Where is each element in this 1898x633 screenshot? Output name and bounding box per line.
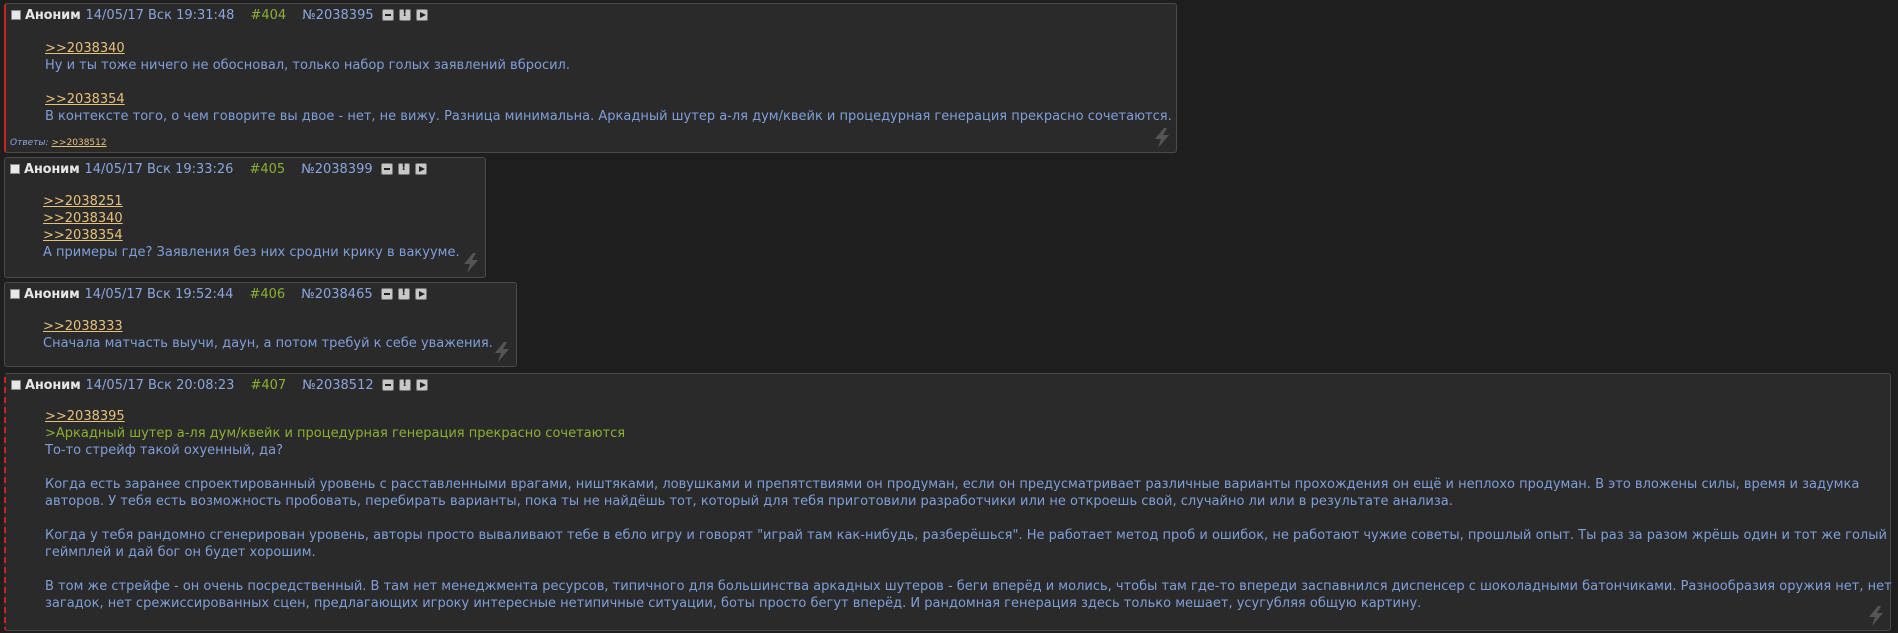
post-text: А примеры где? Заявления без них сродни …: [43, 245, 460, 260]
reply-link[interactable]: >>2038354: [43, 227, 460, 244]
post-id-link[interactable]: №2038465: [301, 287, 372, 302]
post-number[interactable]: #406: [249, 287, 285, 302]
replies-section: Ответы: >>2038512: [10, 138, 107, 148]
expand-post-icon[interactable]: [415, 379, 428, 391]
post-text: геймплей и дай бог он будет хорошим.: [45, 545, 316, 560]
post-body: >>2038251 >>2038340 >>2038354 А примеры …: [43, 193, 460, 261]
post-date: 14/05/17 Вск 19:31:48: [85, 7, 235, 23]
reply-link[interactable]: >>2038340: [45, 40, 1172, 57]
hide-post-icon[interactable]: [380, 288, 393, 300]
report-post-icon[interactable]: [398, 8, 411, 21]
report-post-icon[interactable]: [397, 287, 410, 300]
reply-link[interactable]: >>2038333: [43, 318, 493, 335]
report-post-icon[interactable]: [397, 162, 410, 175]
post-id-link[interactable]: №2038512: [302, 378, 373, 393]
post-text: То-то стрейф такой охуенный, да?: [45, 443, 284, 458]
replies-label: Ответы:: [10, 138, 49, 148]
post-407: Аноним 14/05/17 Вск 20:08:23 #407 №20385…: [4, 373, 1892, 631]
post-id-link[interactable]: №2038395: [302, 8, 373, 23]
replies-link[interactable]: >>2038512: [51, 138, 106, 148]
quote-text: >Аркадный шутер а-ля дум/квейк и процеду…: [45, 426, 626, 441]
post-date: 14/05/17 Вск 20:08:23: [85, 377, 235, 393]
expand-post-icon[interactable]: [415, 9, 428, 21]
post-404: Аноним 14/05/17 Вск 19:31:48 #404 №20383…: [4, 3, 1177, 153]
post-date: 14/05/17 Вск 19:33:26: [84, 161, 234, 177]
reply-link[interactable]: >>2038251: [43, 193, 460, 210]
report-post-icon[interactable]: [398, 378, 411, 391]
post-body: >>2038333 Сначала матчасть выучи, даун, …: [43, 318, 493, 352]
expand-post-icon[interactable]: [414, 288, 427, 300]
post-select-checkbox[interactable]: [11, 10, 21, 20]
post-text: авторов. У тебя есть возможность пробова…: [45, 494, 1453, 509]
post-author: Аноним: [24, 161, 80, 177]
reply-link[interactable]: >>2038340: [43, 210, 460, 227]
post-select-checkbox[interactable]: [10, 289, 20, 299]
lightning-icon[interactable]: [492, 341, 512, 363]
post-body: >>2038340 Ну и ты тоже ничего не обоснов…: [45, 40, 1172, 125]
post-select-checkbox[interactable]: [10, 164, 20, 174]
lightning-icon[interactable]: [1866, 605, 1886, 627]
post-text: Когда есть заранее спроектированный уров…: [45, 477, 1860, 492]
post-text: Ну и ты тоже ничего не обосновал, только…: [45, 58, 570, 73]
post-405: Аноним 14/05/17 Вск 19:33:26 #405 №20383…: [4, 157, 486, 278]
post-author: Аноним: [25, 7, 81, 23]
post-text: В контексте того, о чем говорите вы двое…: [45, 109, 1172, 124]
hide-post-icon[interactable]: [380, 163, 393, 175]
lightning-icon[interactable]: [461, 252, 481, 274]
hide-post-icon[interactable]: [381, 379, 394, 391]
post-header: Аноним 14/05/17 Вск 19:52:44 #406 №20384…: [10, 286, 432, 302]
post-text: загадок, нет срежиссированных сцен, пред…: [45, 596, 1422, 611]
post-id-link[interactable]: №2038399: [301, 162, 372, 177]
post-number[interactable]: #404: [250, 8, 286, 23]
post-author: Аноним: [24, 286, 80, 302]
post-406: Аноним 14/05/17 Вск 19:52:44 #406 №20384…: [4, 282, 517, 367]
post-text: Сначала матчасть выучи, даун, а потом тр…: [43, 336, 493, 351]
reply-link[interactable]: >>2038354: [45, 91, 1172, 108]
post-body: >>2038395 >Аркадный шутер а-ля дум/квейк…: [45, 408, 1892, 612]
post-header: Аноним 14/05/17 Вск 19:33:26 #405 №20383…: [10, 161, 432, 177]
reply-link[interactable]: >>2038395: [45, 408, 1892, 425]
post-date: 14/05/17 Вск 19:52:44: [84, 286, 234, 302]
post-header: Аноним 14/05/17 Вск 19:31:48 #404 №20383…: [11, 7, 433, 23]
post-text: Когда у тебя рандомно сгенерирован урове…: [45, 528, 1887, 543]
post-text: В том же стрейфе - он очень посредственн…: [45, 579, 1892, 594]
post-number[interactable]: #407: [250, 378, 286, 393]
post-header: Аноним 14/05/17 Вск 20:08:23 #407 №20385…: [11, 377, 433, 393]
lightning-icon[interactable]: [1152, 127, 1172, 149]
post-number[interactable]: #405: [249, 162, 285, 177]
post-author: Аноним: [25, 377, 81, 393]
hide-post-icon[interactable]: [381, 9, 394, 21]
post-select-checkbox[interactable]: [11, 380, 21, 390]
expand-post-icon[interactable]: [414, 163, 427, 175]
